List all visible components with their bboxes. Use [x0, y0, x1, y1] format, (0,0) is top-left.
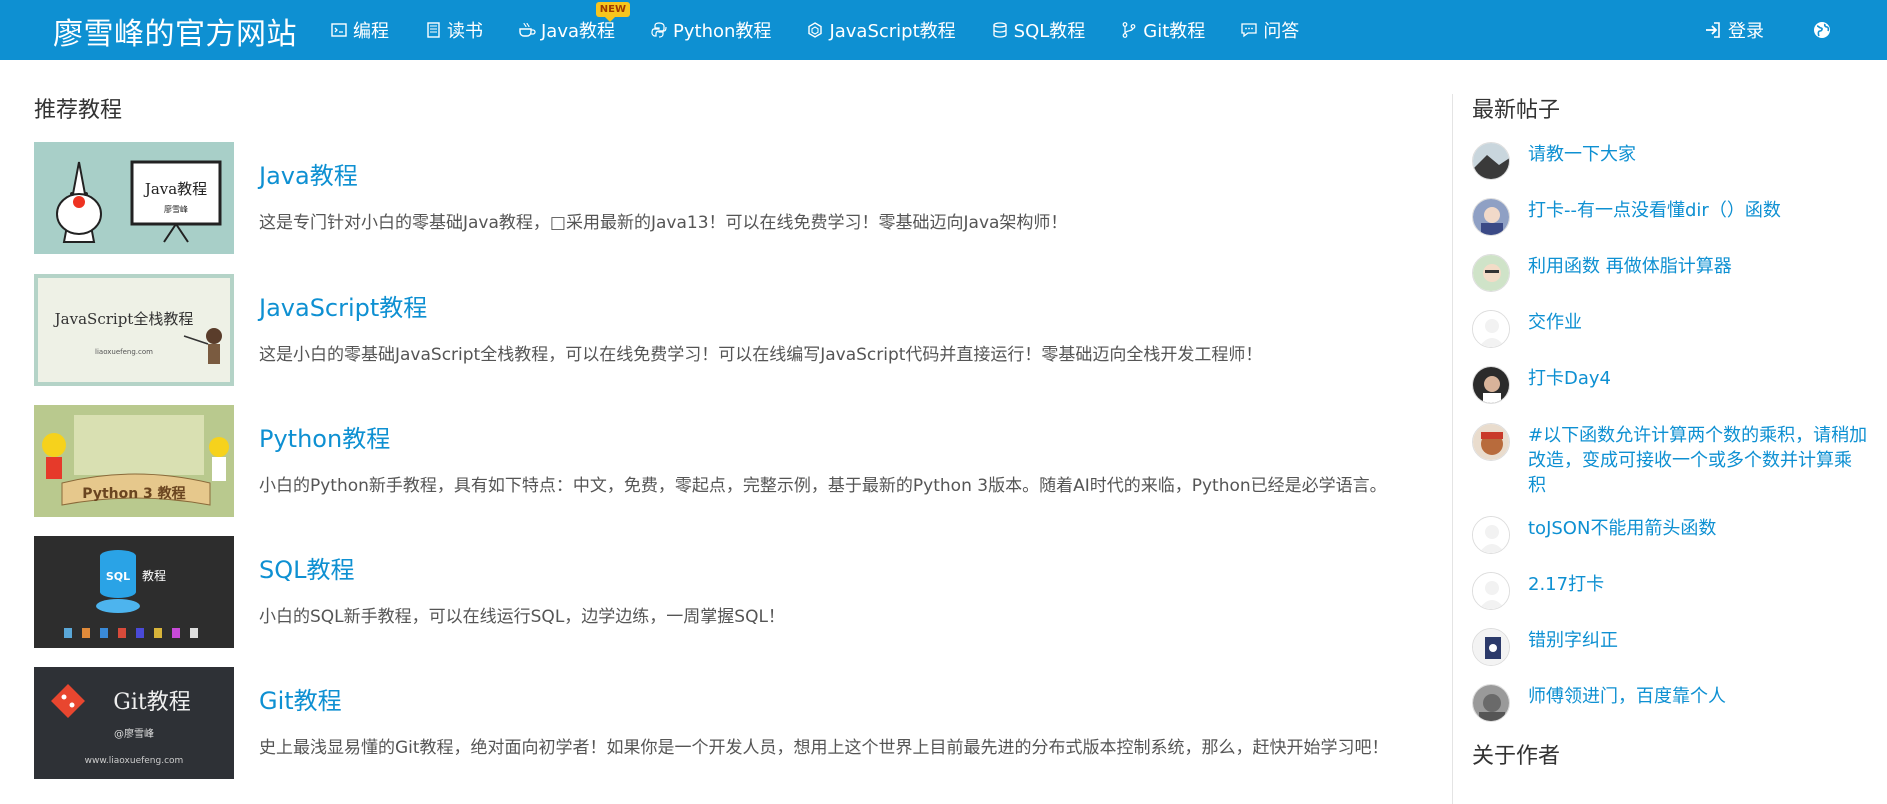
python-icon	[651, 22, 667, 38]
avatar[interactable]	[1472, 628, 1510, 666]
nav-item-label: Python教程	[673, 21, 772, 42]
tutorial-desc-javascript: 这是小白的零基础JavaScript全栈教程，可以在线免费学习！可以在线编写Ja…	[259, 345, 1263, 365]
avatar[interactable]	[1472, 198, 1510, 236]
sidebar-divider	[1452, 94, 1453, 804]
tutorial-card-sql: SQL 教程 SQL教程 小白的SQL新手教程，可以在线运行SQL，边学边练，一…	[34, 536, 1454, 648]
svg-text:JavaScript全栈教程: JavaScript全栈教程	[53, 310, 194, 328]
svg-text:Python 3 教程: Python 3 教程	[82, 485, 185, 502]
post-link[interactable]: 打卡--有一点没看懂dir（）函数	[1528, 198, 1868, 223]
nav-item-python[interactable]: Python教程	[650, 0, 771, 60]
javascript-thumbnail-image: JavaScript全栈教程 liaoxuefeng.com	[34, 274, 234, 386]
tutorial-card-java: Java教程 廖雪峰 Java教程 这是专门针对小白的零基础Java教程，□采用…	[34, 142, 1454, 254]
svg-text:教程: 教程	[142, 568, 166, 583]
nav-item-label: Git教程	[1143, 21, 1206, 42]
nav-item-qa[interactable]: 问答	[1240, 0, 1299, 60]
git-thumbnail[interactable]: Git教程 @廖雪峰 www.liaoxuefeng.com	[34, 667, 234, 779]
post-link[interactable]: 错别字纠正	[1528, 628, 1868, 653]
post-link[interactable]: 请教一下大家	[1528, 142, 1868, 167]
tutorial-card-javascript: JavaScript全栈教程 liaoxuefeng.com JavaScrip…	[34, 274, 1454, 386]
tutorial-card-python: Python 3 教程 Python教程 小白的Python新手教程，具有如下特…	[34, 405, 1454, 517]
java-thumbnail-image: Java教程 廖雪峰	[34, 142, 234, 254]
nav-item-reading[interactable]: 读书	[424, 0, 483, 60]
chat-icon	[1241, 23, 1257, 38]
nav-item-label: 编程	[353, 21, 389, 42]
coffee-icon	[519, 22, 536, 37]
avatar[interactable]	[1472, 142, 1510, 180]
sql-thumbnail[interactable]: SQL 教程	[34, 536, 234, 648]
avatar-placeholder[interactable]	[1472, 516, 1510, 554]
avatar[interactable]	[1472, 423, 1510, 461]
about-author-title: 关于作者	[1472, 744, 1561, 769]
tutorial-desc-git: 史上最浅显易懂的Git教程，绝对面向初学者！如果你是一个开发人员，想用上这个世界…	[259, 738, 1389, 758]
post-link[interactable]: toJSON不能用箭头函数	[1528, 516, 1868, 541]
git-branch-icon	[1122, 22, 1136, 38]
nav-item-sql[interactable]: SQL教程	[991, 0, 1086, 60]
post-link[interactable]: 交作业	[1528, 310, 1868, 335]
svg-text:www.liaoxuefeng.com: www.liaoxuefeng.com	[85, 756, 184, 766]
svg-text:廖雪峰: 廖雪峰	[164, 204, 188, 214]
svg-text:liaoxuefeng.com: liaoxuefeng.com	[95, 348, 153, 356]
tutorial-desc-python: 小白的Python新手教程，具有如下特点：中文，免费，零起点，完整示例，基于最新…	[259, 476, 1387, 496]
post-link[interactable]: #以下函数允许计算两个数的乘积，请稍加改造，变成可接收一个或多个数并计算乘积	[1528, 423, 1868, 498]
tutorial-card-git: Git教程 @廖雪峰 www.liaoxuefeng.com Git教程 史上最…	[34, 667, 1454, 779]
tutorial-desc-sql: 小白的SQL新手教程，可以在线运行SQL，边学边练，一周掌握SQL！	[259, 607, 785, 627]
globe-icon[interactable]	[1812, 20, 1832, 40]
tutorial-title-sql[interactable]: SQL教程	[259, 550, 355, 585]
avatar[interactable]	[1472, 366, 1510, 404]
tutorial-title-java[interactable]: Java教程	[259, 156, 358, 191]
git-thumbnail-image: Git教程 @廖雪峰 www.liaoxuefeng.com	[34, 667, 234, 779]
main-nav: 编程 读书 Java教程 NEW Python教程 JavaScript教程 S…	[330, 0, 1334, 60]
nav-item-programming[interactable]: 编程	[330, 0, 389, 60]
sign-in-icon	[1706, 22, 1720, 38]
java-thumbnail[interactable]: Java教程 廖雪峰	[34, 142, 234, 254]
avatar[interactable]	[1472, 684, 1510, 722]
database-icon	[993, 22, 1007, 38]
javascript-thumbnail[interactable]: JavaScript全栈教程 liaoxuefeng.com	[34, 274, 234, 386]
nav-item-label: JavaScript教程	[829, 21, 956, 42]
nav-item-git[interactable]: Git教程	[1120, 0, 1205, 60]
nav-item-label: 读书	[447, 21, 483, 42]
recommended-title: 推荐教程	[34, 98, 123, 123]
tutorial-title-git[interactable]: Git教程	[259, 681, 342, 716]
site-brand[interactable]: 廖雪峰的官方网站	[53, 9, 297, 53]
post-link[interactable]: 2.17打卡	[1528, 572, 1868, 597]
tutorial-title-javascript[interactable]: JavaScript教程	[259, 288, 427, 323]
nav-item-label: 问答	[1263, 21, 1300, 42]
nav-item-java[interactable]: Java教程 NEW	[518, 0, 631, 60]
svg-text:@廖雪峰: @廖雪峰	[114, 727, 154, 740]
nav-item-javascript[interactable]: JavaScript教程	[806, 0, 956, 60]
login-button[interactable]: 登录	[1704, 17, 1764, 43]
post-link[interactable]: 利用函数 再做体脂计算器	[1528, 254, 1868, 279]
book-icon	[427, 22, 440, 38]
nav-item-label: SQL教程	[1013, 21, 1086, 42]
new-badge: NEW	[595, 2, 631, 22]
python-thumbnail-image: Python 3 教程	[34, 405, 234, 517]
avatar-placeholder[interactable]	[1472, 572, 1510, 610]
svg-text:Java教程: Java教程	[143, 180, 207, 198]
post-link[interactable]: 师傅领进门，百度靠个人	[1528, 684, 1868, 709]
sql-thumbnail-image: SQL 教程	[34, 536, 234, 648]
tutorial-title-python[interactable]: Python教程	[259, 419, 390, 454]
post-link[interactable]: 打卡Day4	[1528, 366, 1868, 391]
hexagon-icon	[808, 22, 823, 38]
nav-right: 登录	[1704, 0, 1887, 60]
login-label: 登录	[1728, 21, 1764, 42]
python-thumbnail[interactable]: Python 3 教程	[34, 405, 234, 517]
svg-text:Git教程: Git教程	[113, 690, 190, 715]
tutorial-desc-java: 这是专门针对小白的零基础Java教程，□采用最新的Java13！可以在线免费学习…	[259, 213, 1068, 233]
latest-posts-title: 最新帖子	[1472, 98, 1561, 123]
avatar[interactable]	[1472, 254, 1510, 292]
code-icon	[331, 23, 347, 37]
avatar-placeholder[interactable]	[1472, 310, 1510, 348]
main-content: 推荐教程 Java教程 廖雪峰 Java教程 这是专门针对小白的零基础Java教…	[34, 60, 1434, 804]
svg-text:SQL: SQL	[106, 570, 130, 583]
top-navbar: 廖雪峰的官方网站 编程 读书 Java教程 NEW Python教程 JavaS…	[0, 0, 1887, 60]
